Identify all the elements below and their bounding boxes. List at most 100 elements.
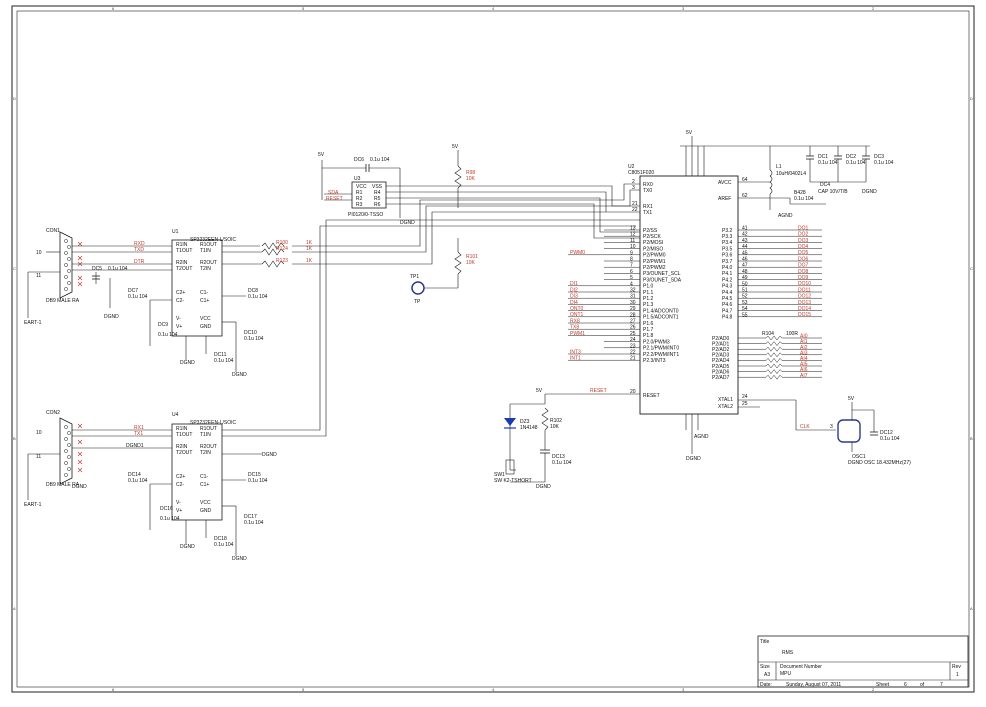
- mcu-pin-number: 7: [630, 263, 633, 269]
- mcu-pin-number: 42: [742, 232, 748, 238]
- con1-pin10: 10: [36, 250, 42, 256]
- dc12-val: 0.1u 104: [880, 436, 900, 442]
- mcu-pin-number: 21: [630, 356, 636, 362]
- mcu-net-label: ONT1: [570, 312, 584, 318]
- mcu-net-label: DO11: [798, 287, 811, 293]
- dgnd-2b: DGND: [180, 544, 195, 550]
- ad-resistor: [765, 346, 783, 352]
- ic-pin-label: VCC: [200, 316, 211, 322]
- mcu-dgnd: DGND: [686, 456, 701, 462]
- ad-net-label: AI7: [800, 373, 808, 379]
- mcu-net-label: DO14: [798, 306, 811, 312]
- db9-pin: [67, 431, 71, 435]
- mcu-pin-number: 5: [630, 275, 633, 281]
- tb-size-label: Size: [760, 664, 770, 670]
- mcu-pin-name: TX0: [643, 188, 652, 194]
- mcu-uart-pins: 2 RX03 TX021 RX122 TX1: [632, 179, 653, 216]
- dc9-ref: DC9: [158, 322, 168, 328]
- mcu-pin-number: 23: [630, 343, 636, 349]
- border-zone-number: 5: [302, 687, 305, 692]
- pf-agnd: AGND: [778, 213, 793, 219]
- mcu-net-label: PWM0: [570, 250, 585, 256]
- dc1-val: 0.1u 104: [818, 160, 838, 166]
- mcu-net-label: DO8: [798, 269, 809, 275]
- ad-resistor: [765, 341, 783, 347]
- mcu-net-label: INT1: [570, 356, 581, 362]
- ic-pin-label: C1-: [200, 290, 208, 296]
- mcu-pin-number: 22: [630, 350, 636, 356]
- mcu-pin-name: P1.6: [643, 321, 654, 327]
- db9-2-pins: [64, 425, 71, 477]
- dc8-val: 0.1u 104: [248, 294, 268, 300]
- mcu-net-label: DI1: [570, 281, 578, 287]
- mcu-pin-number: 24: [630, 337, 636, 343]
- dc4-val: CAP 10V/T/B: [818, 189, 848, 195]
- mcu-right-nets: DO1DO2DO3DO4DO5DO6DO7DO8DO9DO10DO11DO12D…: [798, 225, 811, 318]
- mcu-pin-name: P1.5/ADCONT1: [643, 315, 679, 321]
- mcu-net-label: DO4: [798, 244, 809, 250]
- mcu-pin-number: 26: [630, 325, 636, 331]
- dc4-ref: DC4: [820, 182, 830, 188]
- mcu-pin-name: P1.1: [643, 290, 654, 296]
- border-zone-letter: A: [970, 606, 973, 611]
- mcu-pin-name: P4.7: [722, 308, 733, 314]
- mcu-net-label: RX8: [570, 318, 580, 324]
- border-zone-letter: D: [970, 96, 973, 101]
- mcu-net-label: DO3: [798, 238, 809, 244]
- db9-pin: [64, 263, 68, 267]
- mcu-pin-number: 22: [632, 207, 638, 213]
- title-block: Title RMS Size A3 Document Number MPU Re…: [757, 635, 969, 688]
- mcu-xtal2-num: 25: [742, 401, 748, 407]
- border-zone-number: 6: [112, 6, 115, 11]
- dc16-ref: DC16: [160, 506, 173, 512]
- mcu-pin-number: 8: [630, 257, 633, 263]
- mcu-pin-name: P3.4: [722, 240, 733, 246]
- dc18-val: 0.1u 104: [214, 542, 234, 548]
- r101-val: 10K: [466, 260, 476, 266]
- mcu-pin-name: P4.2: [722, 277, 733, 283]
- mcu-ad-pins: P2/AD0P2/AD1P2/AD2P2/AD3P2/AD4P2/AD5P2/A…: [712, 336, 729, 381]
- isolator-u3: 5V DC6 0.1u 104 U3 PI0120/0-TSSO VCC R1 …: [318, 152, 415, 226]
- mcu-left-pins: 13 P2/SS 12 P2/SCK 11 P2/MOSI 10 P2/MISO 9 P2/PWM…: [604, 226, 682, 364]
- tb-date-value: Sunday, August 07, 2011: [786, 682, 841, 688]
- border-zone-letter: B: [13, 436, 16, 441]
- mcu-pin-number: 4: [630, 281, 633, 287]
- mcu-pin-name: P2.2/PWM/INT1: [643, 352, 679, 358]
- tp1-label: TP: [414, 299, 421, 305]
- db9-pin: [67, 245, 71, 249]
- u3-l3: R3: [356, 202, 363, 208]
- osc-5v: 5V: [848, 396, 855, 402]
- mcu-pin-number: 31: [630, 294, 636, 300]
- mcu-net-label: DO10: [798, 281, 811, 287]
- mcu-pin-name: P2/MISO: [643, 246, 663, 252]
- rst-dgnd: DGND: [536, 484, 551, 490]
- db9-connector-2: [59, 417, 73, 485]
- ic-pin-label: C2-: [176, 482, 184, 488]
- db9-pin: [67, 455, 71, 459]
- mcu-pin-name: P1.0: [643, 284, 654, 290]
- ic-pin-label: T1OUT: [176, 432, 192, 438]
- clock-oscillator: CLK 3 5V DC12 0.1u 104 OSC1 DGND OSC 18.…: [795, 396, 911, 466]
- mcu-pin-name: P1.4/ADCONT0: [643, 308, 679, 314]
- mcu-pin-number: 29: [630, 306, 636, 312]
- mcu-net-label: DO2: [798, 232, 809, 238]
- u4-left-pin-labels: R1INT1OUTR2INT2OUTC2+C2-V-V+: [176, 426, 192, 514]
- mcu-reset-pin: RESET: [643, 393, 660, 399]
- mcu-pin-name: P3.5: [722, 246, 733, 252]
- dz3-diode: [504, 418, 516, 426]
- mcu-pin-number: 45: [742, 250, 748, 256]
- net-txd: TXD: [134, 247, 144, 253]
- mcu-pin-number: 55: [742, 312, 748, 318]
- mcu-pin-name: P2/PWM0: [643, 253, 666, 259]
- mcu-ad-pin: P2/AD7: [712, 375, 729, 381]
- mcu-pin-name: P2.1/PWM/INT0: [643, 346, 679, 352]
- mcu-pin-number: 44: [742, 244, 748, 250]
- r123-ref: R123: [276, 258, 288, 264]
- sheet-outer-border: [11, 5, 975, 693]
- dc6-val: 0.1u 104: [370, 157, 390, 163]
- l1-ref: L1: [776, 164, 782, 170]
- tb-of-value: 7: [940, 682, 943, 688]
- mcu-pin-number: 49: [742, 275, 748, 281]
- mcu-pin-name: TX1: [643, 210, 652, 216]
- border-zone-letter: A: [13, 606, 16, 611]
